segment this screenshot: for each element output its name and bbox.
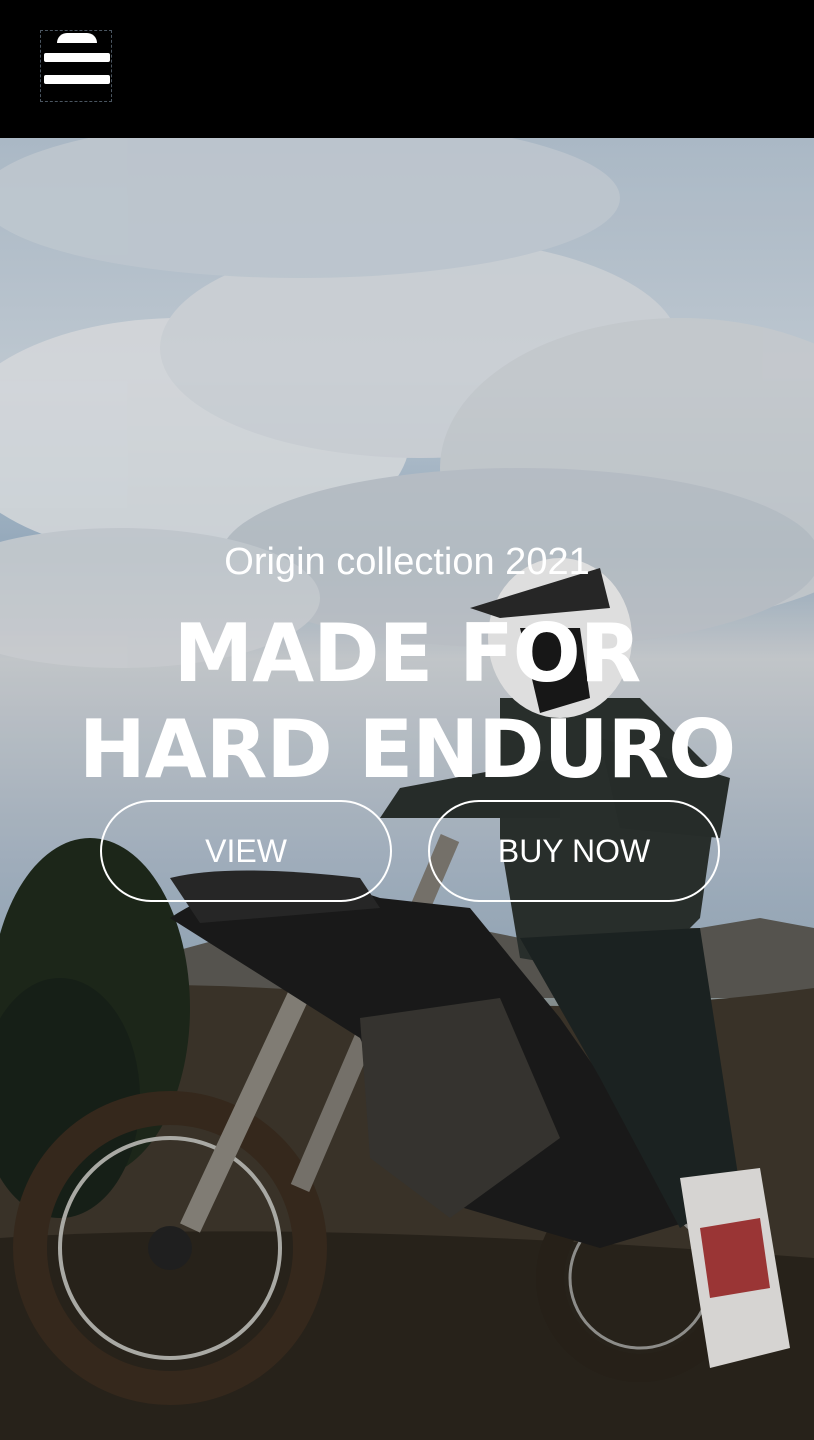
hero-headline: MADE FOR HARD ENDURO: [0, 606, 814, 798]
headline-line-2: HARD ENDURO: [78, 703, 736, 796]
view-button[interactable]: VIEW: [100, 800, 392, 902]
hero-subtitle: Origin collection 2021: [224, 541, 590, 583]
top-header: [0, 0, 814, 138]
menu-button[interactable]: [40, 30, 112, 102]
hero-cta-row: VIEW BUY NOW: [100, 800, 724, 904]
page: Origin collection 2021 MADE FOR HARD END…: [0, 0, 814, 1440]
buy-now-button[interactable]: BUY NOW: [428, 800, 720, 902]
headline-line-1: MADE FOR: [173, 607, 642, 700]
hero-content: Origin collection 2021 MADE FOR HARD END…: [0, 538, 814, 798]
hero-section: Origin collection 2021 MADE FOR HARD END…: [0, 138, 814, 1440]
